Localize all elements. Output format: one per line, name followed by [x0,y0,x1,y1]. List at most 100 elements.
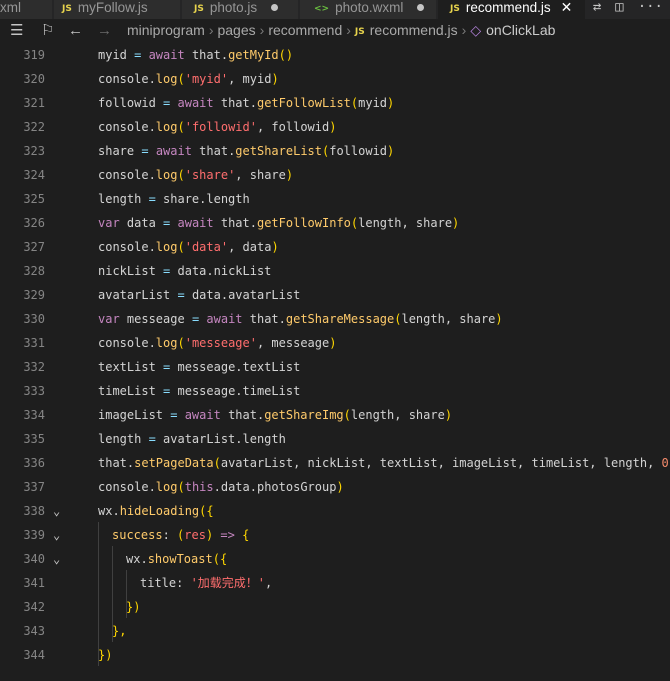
code-token: 'data' [184,240,229,254]
line-number: 341 [23,576,45,590]
code-line[interactable]: 336 that.setPageData(avatarList, nickList… [0,451,670,475]
line-number: 331 [23,336,45,350]
code-line[interactable]: 333 timeList = messeage.timeList [0,379,670,403]
modified-dot-icon[interactable] [417,4,425,11]
breadcrumb-item-recommend[interactable]: recommend [268,22,342,38]
tab-0[interactable]: xml [0,0,53,19]
code-line[interactable]: 337 console.log(this.data.photosGroup) [0,475,670,499]
code-token: ( [177,120,185,134]
code-line[interactable]: 323 share = await that.getShareList(follo… [0,139,670,163]
line-number: 336 [23,456,45,470]
line-number: 338 [23,504,45,518]
code-token: timeList [98,384,164,398]
code-line[interactable]: 322 console.log('followid', followid) [0,115,670,139]
line-number: 344 [23,648,45,662]
code-token: ) [285,168,294,182]
line-number: 320 [23,72,45,86]
code-line[interactable]: 330 var messeage = await that.getShareMes… [0,307,670,331]
modified-dot-icon[interactable] [271,4,279,11]
code-token: ) [336,480,344,494]
code-token: that. [228,408,265,422]
code-line[interactable]: 327 console.log('data', data) [0,235,670,259]
code-token: log [155,168,178,182]
tab-label: recommend.js [465,0,551,15]
js-file-icon: JS [194,4,204,14]
code-line[interactable]: 319 myid = await that.getMyId() [0,43,670,67]
code-token: myid [358,96,388,110]
line-number: 322 [23,120,45,134]
list-icon[interactable]: ☰ [10,19,23,42]
tab-label: myFollow.js [77,0,148,15]
code-line[interactable]: 343}, [0,619,670,643]
breadcrumb-item-file[interactable]: recommend.js [370,22,458,38]
back-arrow-icon[interactable]: ← [68,19,83,42]
code-token: ) [271,240,279,254]
code-token: length [98,432,149,446]
tab-myfollow-js[interactable]: JS myFollow.js [54,0,181,19]
forward-arrow-icon[interactable]: → [97,19,112,42]
code-line[interactable]: 339 ⌄ success: (res) => { [0,523,670,547]
code-text: timeList = messeage.timeList [98,379,300,403]
code-token: .data.photosGroup [213,480,337,494]
line-number: 329 [23,288,45,302]
tab-photo-js[interactable]: JS photo.js [182,0,299,19]
code-line[interactable]: 325 length = share.length [0,187,670,211]
line-number: 319 [23,48,45,62]
more-icon[interactable]: ··· [638,0,663,15]
code-token: await [170,96,221,110]
code-text: }, [112,619,126,643]
code-token: title [140,576,177,590]
fold-chevron-icon[interactable]: ⌄ [53,499,60,523]
code-line[interactable]: 328 nickList = data.nickList [0,259,670,283]
breadcrumb-item-symbol[interactable]: onClickLab [486,22,555,38]
fold-chevron-icon[interactable]: ⌄ [53,547,60,571]
code-editor[interactable]: 319 myid = await that.getMyId() 320 console… [0,42,670,681]
code-line[interactable]: 321 followid = await that.getFollowList(m… [0,91,670,115]
code-line[interactable]: 344}) [0,643,670,667]
tab-photo-wxml[interactable]: <> photo.wxml [300,0,437,19]
code-text: }) [98,643,112,667]
code-token: getFollowInfo [256,216,351,230]
split-editor-icon[interactable]: ◫ [615,0,623,15]
code-token: setPageData [134,456,214,470]
code-token: that. [98,456,135,470]
chevron-right-icon: › [208,22,214,38]
breadcrumb-item-miniprogram[interactable]: miniprogram [127,22,205,38]
close-icon[interactable]: ✕ [561,0,573,15]
bookmark-icon[interactable]: ⚐ [41,19,54,42]
code-text: title: '加载完成！', [140,571,272,595]
breadcrumb-item-pages[interactable]: pages [217,22,255,38]
code-token: , messeage [256,336,330,350]
wxml-file-icon: <> [314,4,330,14]
code-token: console. [98,240,156,254]
tab-recommend-js[interactable]: JS recommend.js ✕ [438,0,586,19]
code-token: console. [98,72,156,86]
code-token: = [141,144,149,158]
code-line[interactable]: 335 length = avatarList.length [0,427,670,451]
code-token: ) [329,120,337,134]
line-number: 335 [23,432,45,446]
code-line[interactable]: 320 console.log('myid', myid) [0,67,670,91]
code-line[interactable]: 332 textList = messeage.textList [0,355,670,379]
code-token: ) [387,144,395,158]
code-token: messeage.timeList [170,384,301,398]
code-line[interactable]: 340 ⌄ wx.showToast({ [0,547,670,571]
code-line[interactable]: 334 imageList = await that.getShareImg(le… [0,403,670,427]
code-line[interactable]: 338 ⌄ wx.hideLoading({ [0,499,670,523]
code-token: , myid [228,72,272,86]
code-token: followid [329,144,388,158]
code-line[interactable]: 341 title: '加载完成！', [0,571,670,595]
fold-chevron-icon[interactable]: ⌄ [53,523,60,547]
code-token: ({ [212,552,228,566]
code-token: that. [191,48,229,62]
code-line[interactable]: 326 var data = await that.getFollowInfo(l… [0,211,670,235]
compare-icon[interactable]: ⇄ [593,0,601,15]
code-token: share.length [155,192,250,206]
code-line[interactable]: 324 console.log('share', share) [0,163,670,187]
code-token: res [184,528,206,542]
code-line[interactable]: 331 console.log('messeage', messeage) [0,331,670,355]
code-token: log [155,120,178,134]
line-number: 340 [23,552,45,566]
code-line[interactable]: 329 avatarList = data.avatarList [0,283,670,307]
code-line[interactable]: 342}) [0,595,670,619]
